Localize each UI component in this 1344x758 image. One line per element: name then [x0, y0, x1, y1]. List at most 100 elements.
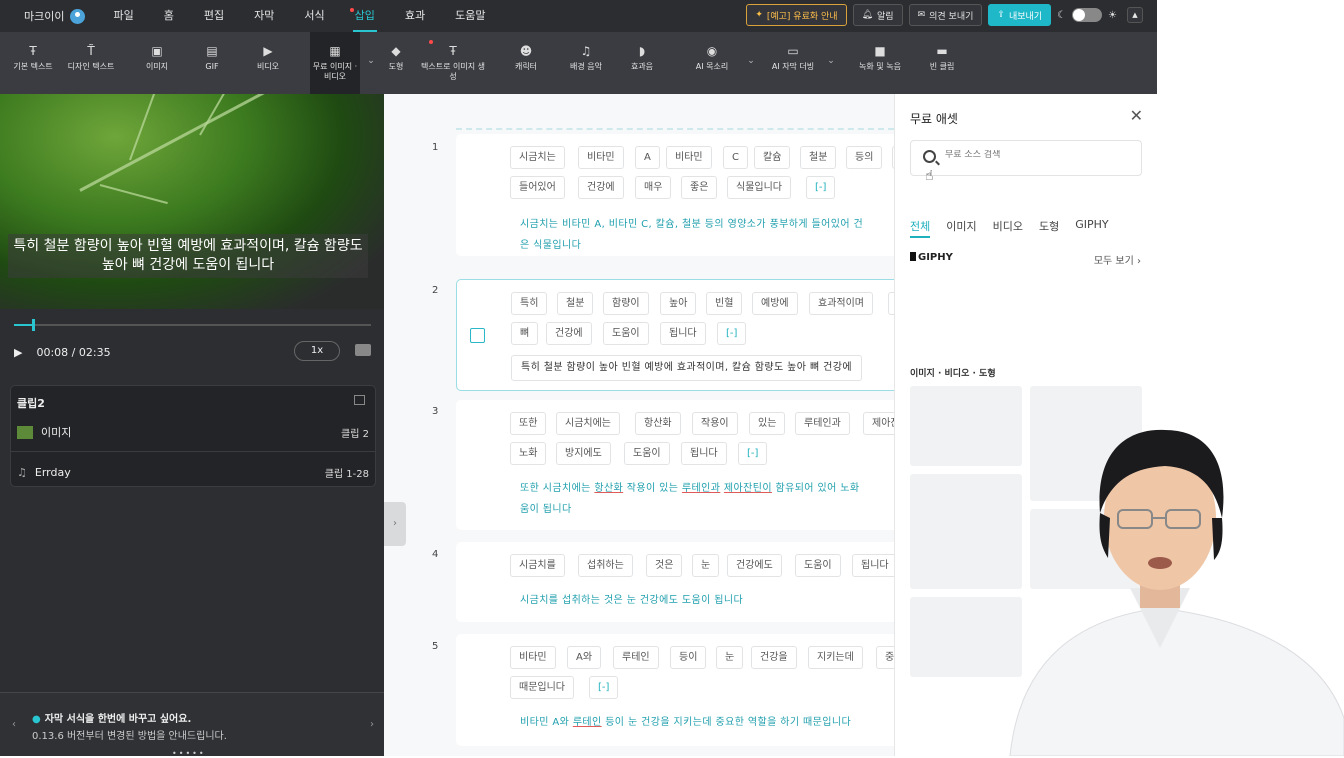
word-token[interactable]: 눈 — [692, 554, 720, 577]
asset-search[interactable] — [910, 140, 1142, 176]
word-token[interactable]: 노화 — [510, 442, 547, 465]
menu-help[interactable]: 도움말 — [453, 0, 487, 32]
word-token[interactable]: 특히 — [511, 292, 548, 315]
word-token[interactable]: 됩니다 — [852, 554, 894, 577]
notice-banner[interactable]: ‹ ● 자막 서식을 한번에 바꾸고 싶어요. 0.13.6 버전부터 변경된 방… — [0, 692, 384, 758]
word-token[interactable]: 지키는데 — [808, 646, 863, 669]
word-token[interactable]: [-] — [738, 442, 768, 465]
word-token[interactable]: 함량이 — [603, 292, 649, 315]
word-token[interactable]: 등의 — [846, 146, 883, 169]
sentence-line[interactable]: 움이 됩니다 — [520, 499, 572, 520]
word-token[interactable]: 높아 — [660, 292, 697, 315]
tool-blank-clip[interactable]: ▬ 빈 클립 — [922, 32, 962, 94]
menu-edit[interactable]: 편집 — [202, 0, 226, 32]
see-all-link[interactable]: 모두 보기 › — [1094, 252, 1141, 267]
word-token[interactable]: 도움이 — [795, 554, 841, 577]
word-token[interactable]: 제아잔틴이 — [863, 412, 894, 435]
chevron-right-icon[interactable]: › — [370, 719, 374, 730]
word-token[interactable]: 중요한 — [876, 646, 894, 669]
tab-image[interactable]: 이미지 — [946, 218, 976, 238]
word-token[interactable]: 시금치에는 — [556, 412, 620, 435]
menu-home[interactable]: 홈 — [162, 0, 176, 32]
word-token[interactable]: 방지에도 — [556, 442, 611, 465]
free-media-dropdown[interactable]: ⌄ — [360, 32, 382, 94]
tool-basic-text[interactable]: Ŧ 기본 텍스트 — [2, 32, 64, 94]
word-token[interactable]: [-] — [806, 176, 836, 199]
tool-sound-effect[interactable]: ◗ 효과음 — [620, 32, 664, 94]
word-token[interactable]: 또한 — [510, 412, 547, 435]
sentence-line[interactable]: 시금치를 섭취하는 것은 눈 건강에도 도움이 됩니다 — [520, 590, 743, 611]
menu-insert[interactable]: 삽입 — [349, 0, 377, 32]
collapse-panel-button[interactable]: › — [384, 502, 406, 546]
word-token[interactable]: 항산화 — [635, 412, 681, 435]
subtitle-segment[interactable]: 시금치는비타민A비타민C칼슘철분등의영양소가들어있어건강에매우좋은식물입니다[-… — [456, 134, 894, 256]
scrubber-handle[interactable] — [31, 319, 35, 331]
play-icon[interactable]: ▶ — [14, 346, 22, 359]
alarm-button[interactable]: 🔔︎ 알림 — [852, 4, 903, 26]
word-token[interactable]: C — [723, 146, 748, 169]
segment-checkbox[interactable] — [470, 328, 485, 343]
word-token[interactable]: 철분 — [557, 292, 594, 315]
word-token[interactable]: 작용이 — [692, 412, 738, 435]
word-token[interactable]: 등이 — [670, 646, 707, 669]
tab-all[interactable]: 전체 — [910, 218, 931, 238]
word-token[interactable]: 건강에도 — [727, 554, 782, 577]
tool-free-media[interactable]: ▦ 무료 이미지 · 비디오 — [310, 32, 360, 94]
word-token[interactable]: 뼈 — [511, 322, 539, 345]
word-token[interactable]: 루테인 — [613, 646, 659, 669]
word-token[interactable]: 시금치는 — [510, 146, 565, 169]
word-token[interactable]: 것은 — [646, 554, 683, 577]
tab-video[interactable]: 비디오 — [993, 218, 1023, 238]
tool-video[interactable]: ▶ 비디오 — [238, 32, 298, 94]
video-preview[interactable]: 특히 철분 함량이 높아 빈혈 예방에 효과적이며, 칼슘 함량도 높아 뼈 건… — [0, 94, 384, 309]
ai-voice-dropdown[interactable]: ⌄ — [744, 32, 758, 94]
subtitle-segment[interactable]: 비타민A와루테인등이눈건강을지키는데중요한역할을때문입니다[-]비타민 A와 루… — [456, 634, 894, 746]
word-token[interactable]: 칼슘 — [754, 146, 791, 169]
word-token[interactable]: 됩니다 — [681, 442, 727, 465]
word-token[interactable]: 됩니다 — [660, 322, 706, 345]
menu-effect[interactable]: 효과 — [403, 0, 427, 32]
word-token[interactable]: 눈 — [716, 646, 744, 669]
word-token[interactable]: 비타민 — [578, 146, 624, 169]
word-token[interactable]: 때문입니다 — [510, 676, 574, 699]
chevron-left-icon[interactable]: ‹ — [12, 719, 16, 730]
ai-dubbing-dropdown[interactable]: ⌄ — [824, 32, 838, 94]
word-token[interactable]: 건강에 — [578, 176, 624, 199]
sentence-line[interactable]: 비타민 A와 루테인 등이 눈 건강을 지키는데 중요한 역할을 하기 때문입니… — [520, 712, 851, 733]
sentence-input[interactable]: 특히 철분 함량이 높아 빈혈 예방에 효과적이며, 칼슘 함량도 높아 뼈 건… — [511, 355, 862, 381]
word-token[interactable]: 있는 — [749, 412, 786, 435]
word-token[interactable]: A — [635, 146, 660, 169]
menu-file[interactable]: 파일 — [111, 0, 135, 32]
tool-ai-dubbing[interactable]: ▭ AI 자막 더빙 — [762, 32, 824, 94]
tab-shape[interactable]: 도형 — [1039, 218, 1059, 238]
word-token[interactable]: 건강에 — [546, 322, 592, 345]
theme-toggle[interactable] — [1072, 8, 1103, 22]
tool-ai-voice[interactable]: ◉ AI 목소리 — [680, 32, 744, 94]
word-token[interactable]: 철분 — [800, 146, 837, 169]
subtitle-segment[interactable]: 또한시금치에는항산화작용이있는루테인과제아잔틴이함노화방지에도도움이됩니다[-]… — [456, 400, 894, 530]
user-menu[interactable]: 마크이이 — [24, 8, 86, 24]
word-token[interactable]: 비타민 — [666, 146, 712, 169]
feedback-button[interactable]: ✉ 의견 보내기 — [908, 4, 983, 26]
word-token[interactable]: 효과적이며 — [809, 292, 873, 315]
speed-button[interactable]: 1x — [294, 341, 340, 361]
word-token[interactable]: [-] — [717, 322, 747, 345]
subtitle-segment[interactable]: 시금치를섭취하는것은눈건강에도도움이됩니다[-]시금치를 섭취하는 것은 눈 건… — [456, 542, 894, 622]
word-token[interactable]: 도움이 — [603, 322, 649, 345]
word-token[interactable]: 건강을 — [751, 646, 797, 669]
tool-image[interactable]: ▣ 이미지 — [128, 32, 186, 94]
word-token[interactable]: 도움이 — [624, 442, 670, 465]
word-token[interactable]: 시금치를 — [510, 554, 565, 577]
tool-record[interactable]: ■ 녹화 및 녹음 — [848, 32, 912, 94]
word-token[interactable]: [-] — [589, 676, 619, 699]
sentence-line[interactable]: 또한 시금치에는 항산화 작용이 있는 루테인과 제아잔틴이 함유되어 있어 노… — [520, 478, 859, 499]
subtitle-segment[interactable]: 특히철분함량이높아빈혈예방에효과적이며칼슘함량뼈건강에도움이됩니다[-]특히 철… — [456, 279, 894, 391]
clip-row-image[interactable]: 이미지 클립 2 — [11, 422, 375, 442]
menu-format[interactable]: 서식 — [302, 0, 326, 32]
close-icon[interactable]: ✕ — [1130, 106, 1143, 125]
tool-design-text[interactable]: T̃ 디자인 텍스트 — [64, 32, 118, 94]
tool-bgm[interactable]: ♫ 배경 음악 — [552, 32, 620, 94]
clip-row-music[interactable]: ♫ Errday 클립 1-28 — [11, 462, 375, 482]
word-token[interactable]: 비타민 — [510, 646, 556, 669]
sentence-line[interactable]: 은 식물입니다 — [520, 235, 581, 256]
